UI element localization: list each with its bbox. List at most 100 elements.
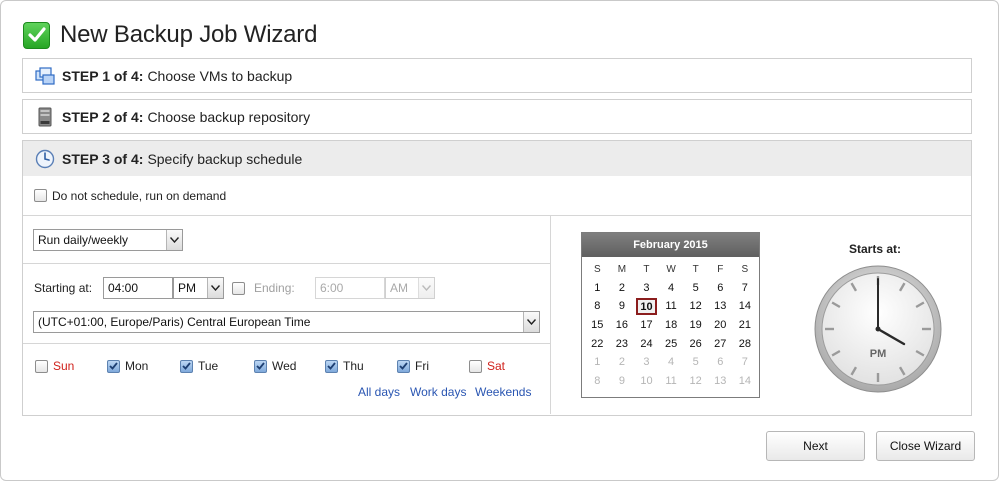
calendar-day[interactable]: 21 xyxy=(733,316,758,335)
calendar-day[interactable]: 22 xyxy=(585,334,610,353)
calendar-day[interactable]: 11 xyxy=(659,297,684,316)
calendar-day[interactable]: 15 xyxy=(585,316,610,335)
weekday-header: M xyxy=(617,263,627,275)
ending-checkbox[interactable] xyxy=(232,282,245,295)
calendar-day[interactable]: 23 xyxy=(610,334,635,353)
chevron-down-icon xyxy=(418,278,434,298)
day-checkbox[interactable] xyxy=(254,359,267,373)
calendar-day[interactable]: 19 xyxy=(683,316,708,335)
calendar-day[interactable]: 9 xyxy=(610,372,635,391)
starts-at-label: Starts at: xyxy=(849,242,902,256)
timezone-select[interactable]: (UTC+01:00, Europe/Paris) Central Europe… xyxy=(33,311,540,333)
clock-meridiem: PM xyxy=(870,348,887,360)
calendar-day[interactable]: 25 xyxy=(659,334,684,353)
end-ampm-value: AM xyxy=(390,281,408,295)
day-checkbox[interactable] xyxy=(325,359,338,373)
day-sat[interactable]: Sat xyxy=(469,359,505,373)
start-time-value: 04:00 xyxy=(108,281,139,295)
calendar-day[interactable]: 1 xyxy=(585,279,610,298)
weekday-header: T xyxy=(692,263,699,275)
start-ampm-select[interactable]: PM xyxy=(173,277,224,299)
calendar-day[interactable]: 7 xyxy=(733,353,758,372)
day-checkbox[interactable] xyxy=(180,359,193,373)
step-3-header[interactable]: STEP 3 of 4: Specify backup schedule xyxy=(22,140,972,177)
weekday-header: T xyxy=(643,263,650,275)
calendar-day[interactable]: 13 xyxy=(708,372,733,391)
calendar-day[interactable]: 2 xyxy=(610,279,635,298)
calendar-day[interactable]: 14 xyxy=(733,297,758,316)
calendar-day[interactable]: 8 xyxy=(585,372,610,391)
timezone-value: (UTC+01:00, Europe/Paris) Central Europe… xyxy=(38,315,311,329)
calendar-day[interactable]: 5 xyxy=(683,279,708,298)
day-mon[interactable]: Mon xyxy=(107,359,148,373)
day-tue[interactable]: Tue xyxy=(180,359,218,373)
schedule-options: Run daily/weekly Starting at: 04:00 PM E… xyxy=(23,216,551,414)
day-checkbox[interactable] xyxy=(107,359,120,373)
clock-icon xyxy=(34,148,56,170)
calendar-day[interactable]: 4 xyxy=(659,353,684,372)
calendar-day[interactable]: 7 xyxy=(733,279,758,298)
calendar-day[interactable]: 14 xyxy=(733,372,758,391)
step-1-header[interactable]: STEP 1 of 4: Choose VMs to backup xyxy=(22,58,972,93)
calendar-day[interactable]: 4 xyxy=(659,279,684,298)
calendar-day[interactable]: 18 xyxy=(659,316,684,335)
repository-icon xyxy=(34,106,56,128)
weekday-header: F xyxy=(717,263,724,275)
calendar-day[interactable]: 20 xyxy=(708,316,733,335)
calendar-day[interactable]: 27 xyxy=(708,334,733,353)
close-wizard-button[interactable]: Close Wizard xyxy=(876,431,975,461)
frequency-value: Run daily/weekly xyxy=(38,233,129,247)
day-sun[interactable]: Sun xyxy=(35,359,74,373)
calendar-day[interactable]: 28 xyxy=(733,334,758,353)
step-3-prefix: STEP 3 of 4: xyxy=(62,150,144,167)
calendar-day[interactable]: 6 xyxy=(708,353,733,372)
calendar-day[interactable]: 26 xyxy=(683,334,708,353)
calendar-day[interactable]: 6 xyxy=(708,279,733,298)
calendar-day[interactable]: 9 xyxy=(610,297,635,316)
weekends-link[interactable]: Weekends xyxy=(475,385,531,399)
step-2-header[interactable]: STEP 2 of 4: Choose backup repository xyxy=(22,99,972,134)
calendar-day[interactable]: 5 xyxy=(683,353,708,372)
day-checkbox[interactable] xyxy=(397,359,410,373)
work-days-link[interactable]: Work days xyxy=(410,385,466,399)
calendar-month: February 2015 xyxy=(582,233,759,257)
calendar-day[interactable]: 10 xyxy=(634,372,659,391)
start-ampm-value: PM xyxy=(178,281,196,295)
calendar-day[interactable]: 13 xyxy=(708,297,733,316)
day-checkbox[interactable] xyxy=(35,359,48,373)
calendar-day[interactable]: 11 xyxy=(659,372,684,391)
schedule-panel: Do not schedule, run on demand Run daily… xyxy=(22,176,972,416)
frequency-select[interactable]: Run daily/weekly xyxy=(33,229,183,251)
wizard-title: New Backup Job Wizard xyxy=(23,21,317,49)
start-time-input[interactable]: 04:00 xyxy=(103,277,173,299)
end-time-value: 6:00 xyxy=(320,281,344,295)
day-label: Tue xyxy=(198,359,219,373)
end-ampm-select[interactable]: AM xyxy=(385,277,435,299)
calendar-day[interactable]: 16 xyxy=(610,316,635,335)
step-2-text: Choose backup repository xyxy=(147,108,311,125)
day-fri[interactable]: Fri xyxy=(397,359,429,373)
day-thu[interactable]: Thu xyxy=(325,359,364,373)
calendar-day[interactable]: 17 xyxy=(634,316,659,335)
on-demand-checkbox[interactable] xyxy=(34,189,47,202)
calendar-day[interactable]: 3 xyxy=(634,353,659,372)
day-wed[interactable]: Wed xyxy=(254,359,296,373)
starting-label: Starting at: xyxy=(34,281,93,295)
calendar-day-selected[interactable]: 10 xyxy=(634,297,659,316)
calendar-grid: SMTWTFS 1 2 3 4 5 6 7 8 9 10 11 12 13 14 15 16 17 18 19 20 2… xyxy=(585,260,757,390)
calendar-day[interactable]: 8 xyxy=(585,297,610,316)
weekday-header: W xyxy=(666,263,676,275)
day-label: Wed xyxy=(272,359,297,373)
calendar-day[interactable]: 12 xyxy=(683,372,708,391)
day-checkbox[interactable] xyxy=(469,359,482,373)
calendar-day[interactable]: 24 xyxy=(634,334,659,353)
all-days-link[interactable]: All days xyxy=(358,385,400,399)
frequency-section: Run daily/weekly xyxy=(23,216,550,264)
calendar-day[interactable]: 2 xyxy=(610,353,635,372)
next-button[interactable]: Next xyxy=(766,431,865,461)
calendar-day[interactable]: 1 xyxy=(585,353,610,372)
calendar-day[interactable]: 12 xyxy=(683,297,708,316)
time-section: Starting at: 04:00 PM Ending: 6:00 AM (U… xyxy=(23,264,550,344)
calendar-day[interactable]: 3 xyxy=(634,279,659,298)
end-time-input[interactable]: 6:00 xyxy=(315,277,385,299)
